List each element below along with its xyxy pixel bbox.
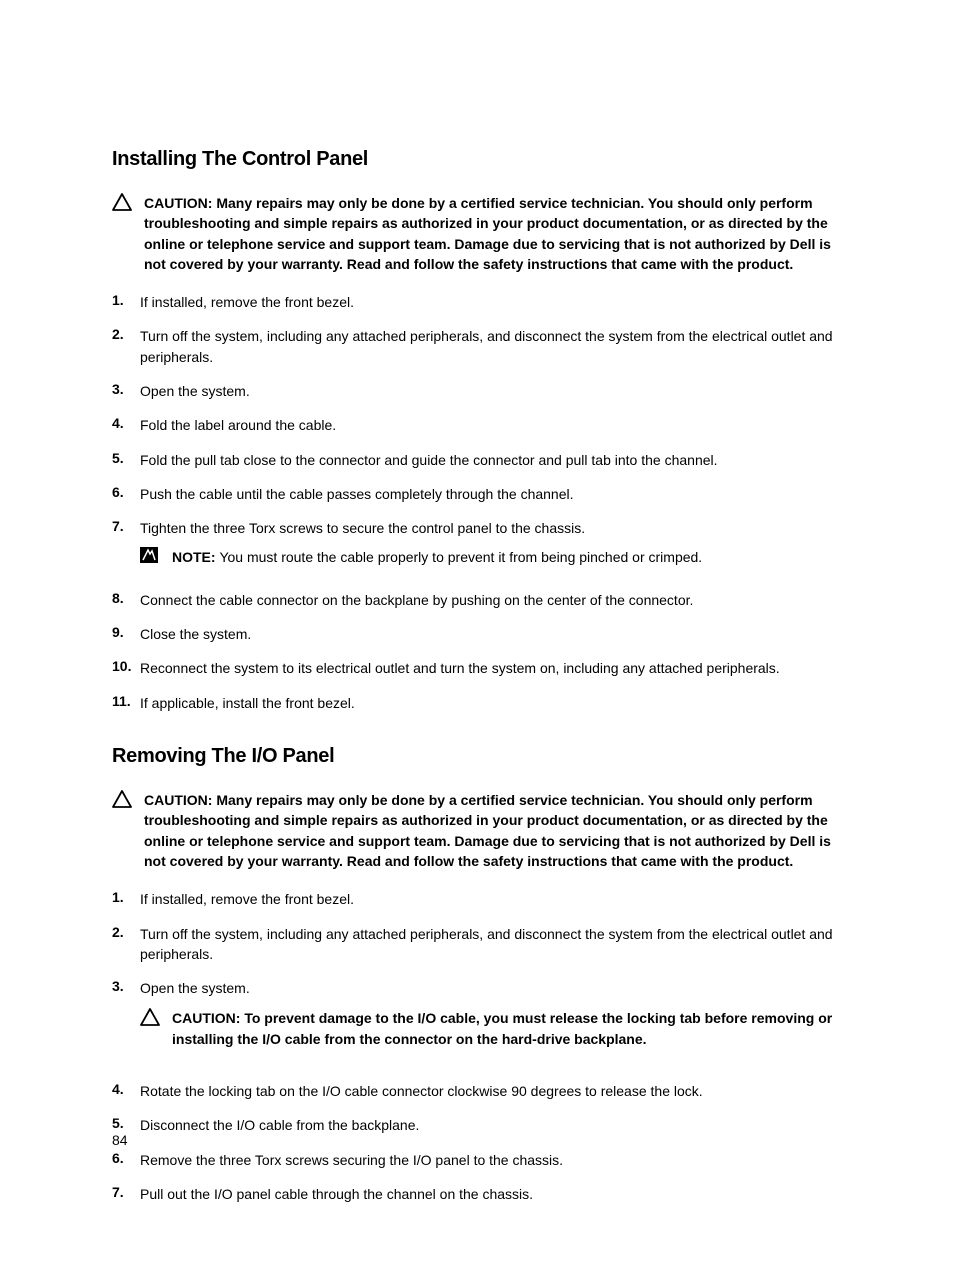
- step-text: Open the system.: [140, 381, 845, 401]
- caution-block: CAUTION: Many repairs may only be done b…: [112, 193, 845, 274]
- step-text: If applicable, install the front bezel.: [140, 693, 845, 713]
- caution-triangle-icon: [112, 193, 140, 216]
- note-icon: [140, 547, 168, 568]
- step-body: Open the system. CAUTION: To prevent dam…: [140, 978, 845, 1067]
- caution-text: CAUTION: Many repairs may only be done b…: [144, 790, 845, 871]
- step-text: Fold the label around the cable.: [140, 415, 845, 435]
- step-item: 2. Turn off the system, including any at…: [112, 924, 845, 965]
- step-item: 6. Remove the three Torx screws securing…: [112, 1150, 845, 1170]
- note-text: NOTE: You must route the cable properly …: [172, 547, 702, 567]
- section-heading-removing: Removing The I/O Panel: [112, 745, 845, 768]
- caution-triangle-icon: [140, 1008, 168, 1031]
- caution-text: CAUTION: Many repairs may only be done b…: [144, 193, 845, 274]
- caution-block: CAUTION: Many repairs may only be done b…: [112, 790, 845, 871]
- step-number: 11.: [112, 693, 140, 709]
- step-number: 4.: [112, 415, 140, 431]
- step-number: 10.: [112, 658, 140, 674]
- step-item: 7. Pull out the I/O panel cable through …: [112, 1184, 845, 1204]
- step-number: 3.: [112, 978, 140, 994]
- step-item: 5. Disconnect the I/O cable from the bac…: [112, 1115, 845, 1135]
- steps-list-removing: 1. If installed, remove the front bezel.…: [112, 889, 845, 1204]
- step-text: Reconnect the system to its electrical o…: [140, 658, 845, 678]
- step-number: 6.: [112, 484, 140, 500]
- step-text: Fold the pull tab close to the connector…: [140, 450, 845, 470]
- step-text: Disconnect the I/O cable from the backpl…: [140, 1115, 845, 1135]
- step-text: Open the system.: [140, 978, 845, 998]
- step-text: Remove the three Torx screws securing th…: [140, 1150, 845, 1170]
- step-item: 11. If applicable, install the front bez…: [112, 693, 845, 713]
- step-number: 7.: [112, 518, 140, 534]
- step-number: 3.: [112, 381, 140, 397]
- step-text: Push the cable until the cable passes co…: [140, 484, 845, 504]
- note-block: NOTE: You must route the cable properly …: [140, 547, 845, 568]
- step-item: 7. Tighten the three Torx screws to secu…: [112, 518, 845, 576]
- section-heading-installing: Installing The Control Panel: [112, 148, 845, 171]
- step-item: 1. If installed, remove the front bezel.: [112, 292, 845, 312]
- step-number: 1.: [112, 292, 140, 308]
- caution-triangle-icon: [112, 790, 140, 813]
- step-item: 1. If installed, remove the front bezel.: [112, 889, 845, 909]
- step-item: 5. Fold the pull tab close to the connec…: [112, 450, 845, 470]
- step-item: 2. Turn off the system, including any at…: [112, 326, 845, 367]
- step-text: Close the system.: [140, 624, 845, 644]
- step-text: Tighten the three Torx screws to secure …: [140, 518, 845, 538]
- step-text: If installed, remove the front bezel.: [140, 889, 845, 909]
- step-number: 4.: [112, 1081, 140, 1097]
- note-label: NOTE:: [172, 549, 219, 565]
- step-item: 3. Open the system. CAUTION: To prevent …: [112, 978, 845, 1067]
- caution-block-nested: CAUTION: To prevent damage to the I/O ca…: [140, 1008, 845, 1049]
- step-number: 1.: [112, 889, 140, 905]
- step-body: Tighten the three Torx screws to secure …: [140, 518, 845, 576]
- steps-list-installing: 1. If installed, remove the front bezel.…: [112, 292, 845, 713]
- step-item: 8. Connect the cable connector on the ba…: [112, 590, 845, 610]
- step-text: If installed, remove the front bezel.: [140, 292, 845, 312]
- step-number: 5.: [112, 1115, 140, 1131]
- step-number: 2.: [112, 326, 140, 342]
- step-number: 8.: [112, 590, 140, 606]
- step-number: 2.: [112, 924, 140, 940]
- step-item: 10. Reconnect the system to its electric…: [112, 658, 845, 678]
- step-text: Turn off the system, including any attac…: [140, 326, 845, 367]
- step-number: 5.: [112, 450, 140, 466]
- step-text: Turn off the system, including any attac…: [140, 924, 845, 965]
- step-number: 6.: [112, 1150, 140, 1166]
- step-text: Connect the cable connector on the backp…: [140, 590, 845, 610]
- caution-text: CAUTION: To prevent damage to the I/O ca…: [172, 1008, 845, 1049]
- step-text: Rotate the locking tab on the I/O cable …: [140, 1081, 845, 1101]
- note-body: You must route the cable properly to pre…: [219, 549, 702, 565]
- step-item: 4. Rotate the locking tab on the I/O cab…: [112, 1081, 845, 1101]
- page-number: 84: [112, 1132, 128, 1148]
- step-number: 7.: [112, 1184, 140, 1200]
- step-text: Pull out the I/O panel cable through the…: [140, 1184, 845, 1204]
- step-item: 9. Close the system.: [112, 624, 845, 644]
- step-item: 4. Fold the label around the cable.: [112, 415, 845, 435]
- step-item: 3. Open the system.: [112, 381, 845, 401]
- step-item: 6. Push the cable until the cable passes…: [112, 484, 845, 504]
- step-number: 9.: [112, 624, 140, 640]
